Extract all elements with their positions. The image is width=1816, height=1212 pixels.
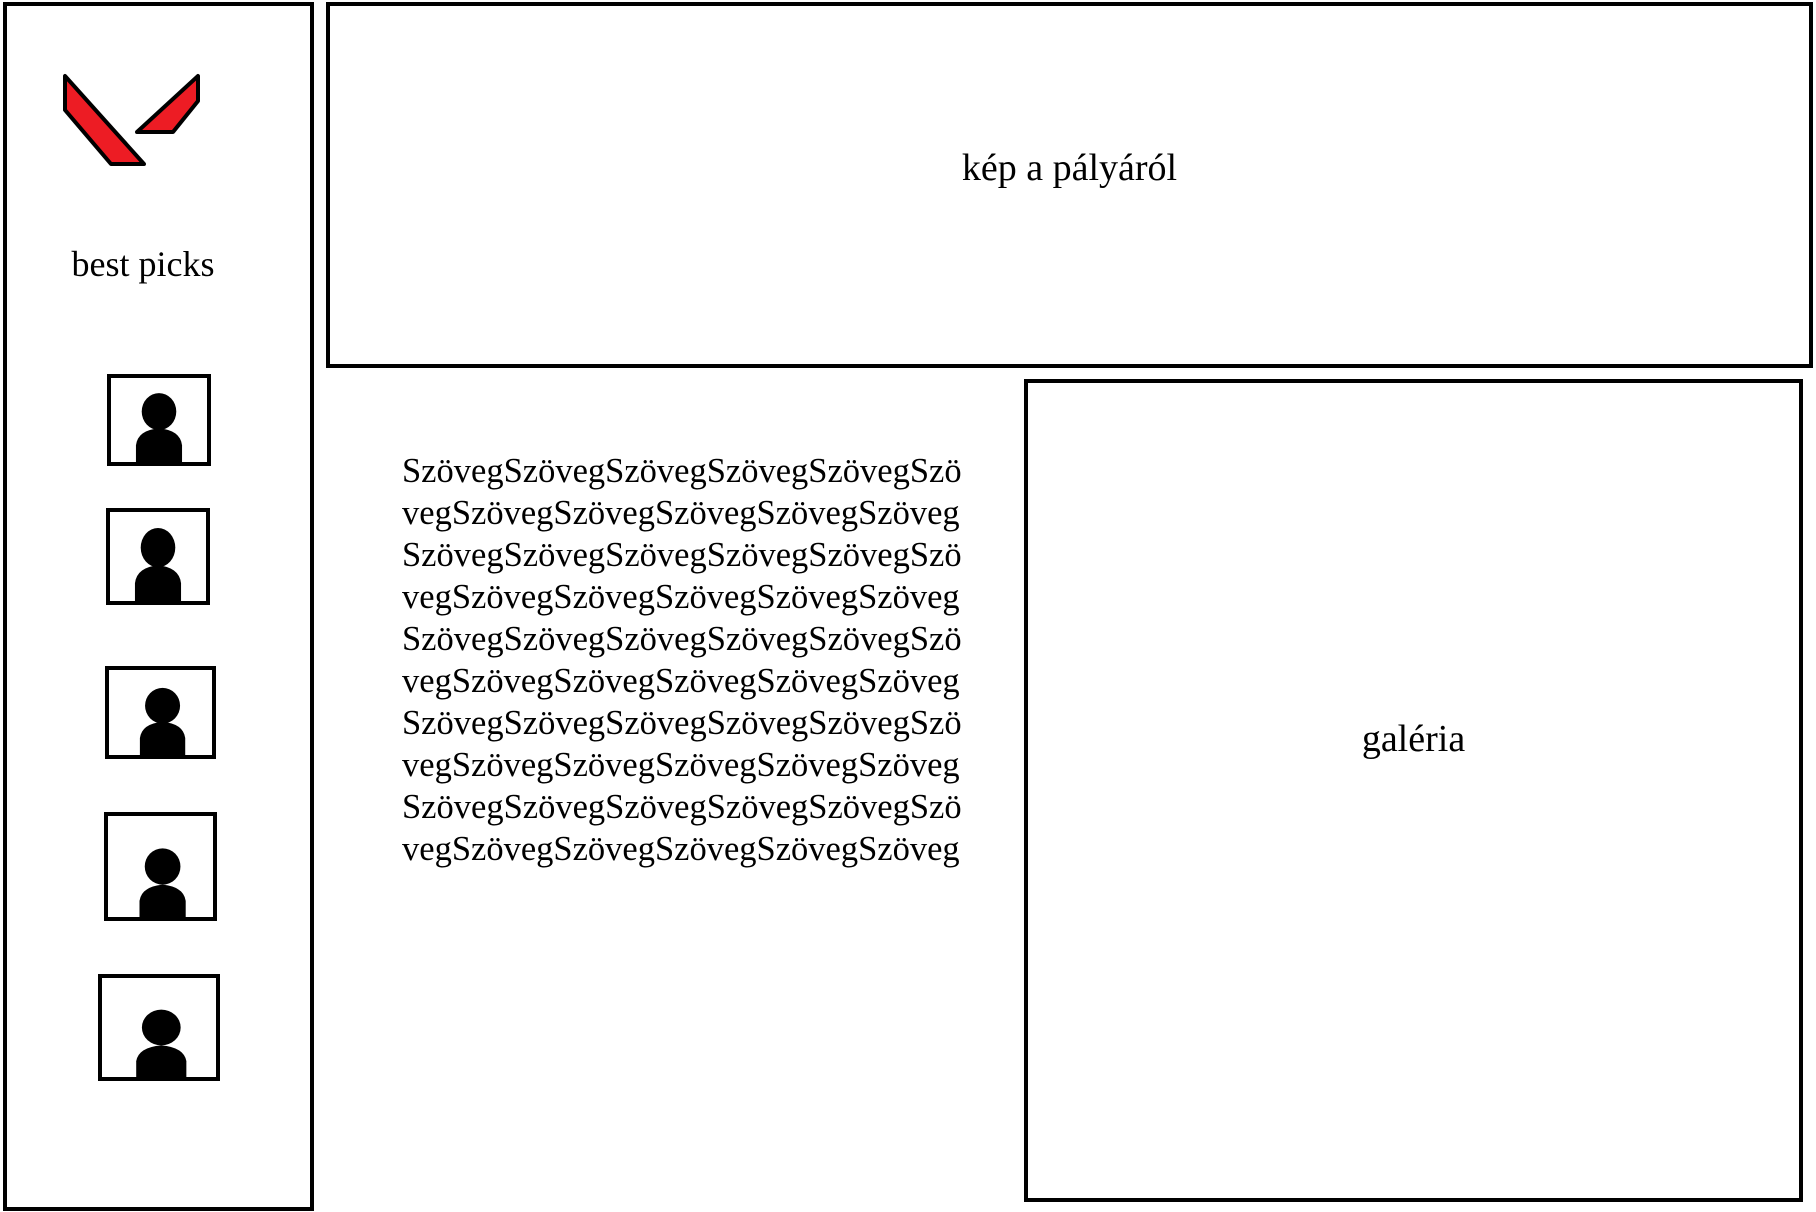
best-picks-heading: best picks bbox=[71, 244, 215, 284]
body-text: SzövegSzövegSzövegSzövegSzövegSzövegSzöv… bbox=[402, 452, 962, 868]
map-image-label: kép a pályáról bbox=[961, 147, 1178, 189]
person-silhouette-icon bbox=[135, 393, 183, 462]
gallery-label: galéria bbox=[1361, 718, 1466, 760]
person-silhouette-icon bbox=[134, 528, 182, 601]
person-silhouette-icon bbox=[139, 687, 186, 755]
agent-pick-2[interactable] bbox=[106, 508, 210, 605]
person-silhouette-icon bbox=[139, 848, 186, 917]
valorant-logo-icon[interactable] bbox=[62, 72, 202, 168]
person-silhouette-icon bbox=[136, 1009, 187, 1077]
agent-pick-1[interactable] bbox=[107, 374, 211, 466]
gallery-placeholder[interactable]: galéria bbox=[1024, 379, 1803, 1202]
sidebar: best picks bbox=[3, 2, 314, 1211]
agent-pick-3[interactable] bbox=[105, 666, 216, 759]
agent-pick-5[interactable] bbox=[98, 974, 220, 1081]
agent-pick-4[interactable] bbox=[104, 812, 217, 921]
map-image-placeholder: kép a pályáról bbox=[326, 2, 1813, 368]
